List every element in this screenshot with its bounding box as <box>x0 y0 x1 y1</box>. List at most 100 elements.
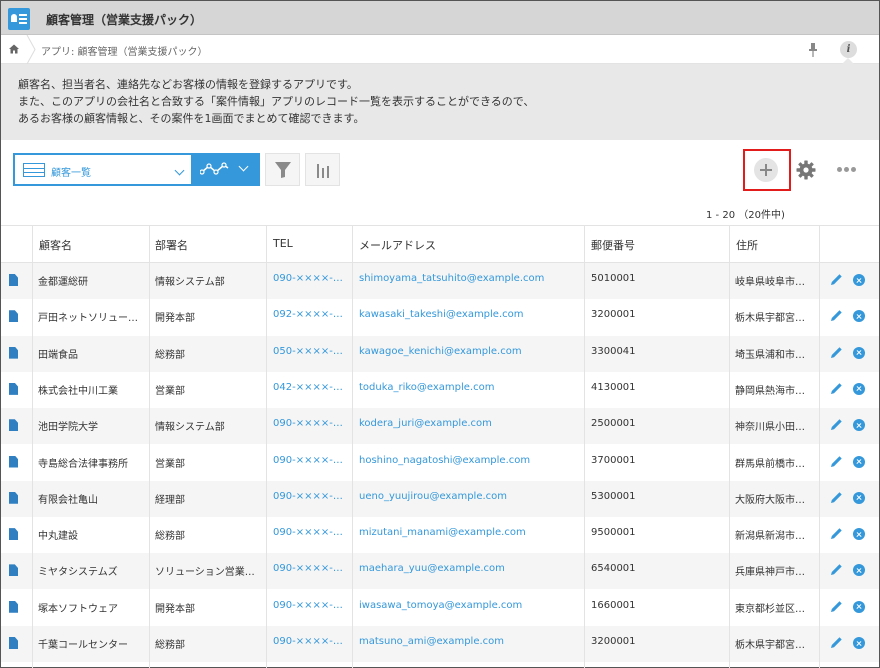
delete-icon[interactable] <box>853 600 865 613</box>
table-cell[interactable]: shimoyama_tatsuhito@example.com <box>359 273 544 284</box>
more-options-icon[interactable] <box>837 167 857 173</box>
table-cell: 5300001 <box>591 490 636 502</box>
record-detail-icon[interactable] <box>9 455 18 468</box>
table-cell: 岐阜県岐阜市… <box>735 277 805 288</box>
column-divider <box>584 225 585 668</box>
table-cell[interactable]: 042-××××-… <box>273 382 343 393</box>
delete-icon[interactable] <box>853 346 865 359</box>
delete-icon[interactable] <box>853 528 865 541</box>
graph-selector[interactable] <box>193 153 260 186</box>
delete-icon[interactable] <box>853 274 865 286</box>
record-detail-icon[interactable] <box>9 274 18 286</box>
list-view-icon <box>23 163 45 177</box>
table-cell[interactable]: kawasaki_takeshi@example.com <box>359 309 524 320</box>
record-detail-icon[interactable] <box>9 491 18 504</box>
column-divider <box>819 225 820 668</box>
table-row: 金都運総研 情報システム部 090-××××-… shimoyama_tatsuhit… <box>1 263 879 299</box>
table-cell[interactable]: 090-××××-… <box>273 273 343 284</box>
table-cell[interactable]: kawagoe_kenichi@example.com <box>359 346 522 357</box>
table-cell[interactable]: ueno_yuujirou@example.com <box>359 491 507 502</box>
edit-icon[interactable] <box>830 455 843 468</box>
chart-button[interactable] <box>305 153 340 186</box>
table-cell[interactable]: 090-××××-… <box>273 418 343 429</box>
filter-icon <box>275 162 291 178</box>
table-cell[interactable]: 090-××××-… <box>273 636 343 647</box>
add-record-button[interactable] <box>754 158 778 182</box>
edit-icon[interactable] <box>830 309 843 322</box>
table-cell[interactable]: 090-××××-… <box>273 600 343 611</box>
table-cell[interactable]: 050-××××-… <box>273 346 343 357</box>
table-cell: 池田学院大学 <box>38 422 98 434</box>
record-detail-icon[interactable] <box>9 310 18 323</box>
delete-icon[interactable] <box>853 455 865 468</box>
table-cell: 群馬県前橋市… <box>735 458 805 470</box>
table-cell: 栃木県宇都宮… <box>735 313 805 325</box>
breadcrumb-app-link[interactable]: アプリ: 顧客管理（営業支援パック） <box>41 43 208 58</box>
view-selector[interactable]: 顧客一覧 <box>13 153 193 186</box>
edit-icon[interactable] <box>830 563 843 576</box>
delete-icon[interactable] <box>853 564 865 577</box>
edit-icon[interactable] <box>830 527 843 540</box>
delete-icon[interactable] <box>853 310 865 323</box>
edit-icon[interactable] <box>830 382 843 395</box>
pin-icon[interactable] <box>807 43 819 57</box>
edit-icon[interactable] <box>830 418 843 431</box>
info-icon[interactable]: i <box>840 41 857 58</box>
table-cell: 栃木県宇都宮… <box>735 640 805 651</box>
record-detail-icon[interactable] <box>9 564 18 577</box>
table-cell: 金都運総研 <box>38 277 88 288</box>
line-graph-icon <box>200 162 229 175</box>
gear-icon[interactable] <box>796 160 816 180</box>
breadcrumb: アプリ: 顧客管理（営業支援パック） i <box>1 35 879 64</box>
table-cell: 新潟県新潟市… <box>735 531 805 543</box>
column-header[interactable]: メールアドレス <box>359 237 436 253</box>
table-cell: 1660001 <box>591 599 636 611</box>
filter-button[interactable] <box>265 153 300 186</box>
table-cell: 兵庫県神戸市… <box>735 567 805 579</box>
table-cell[interactable]: 092-××××-… <box>273 309 343 320</box>
app-description: 顧客名、担当者名、連絡先などお客様の情報を登録するアプリです。 また、このアプリ… <box>1 64 879 140</box>
table-row: 千葉コールセンター 総務部 090-××××-… matsuno_ami@exampl… <box>1 626 879 662</box>
table-cell[interactable]: 090-××××-… <box>273 527 343 538</box>
table-cell: 4130001 <box>591 381 636 393</box>
table-cell[interactable]: 090-××××-… <box>273 563 343 574</box>
table-cell[interactable]: toduka_riko@example.com <box>359 382 495 393</box>
edit-icon[interactable] <box>830 491 843 504</box>
table-cell[interactable]: hoshino_nagatoshi@example.com <box>359 455 530 466</box>
edit-icon[interactable] <box>830 636 843 649</box>
table-cell[interactable]: iwasawa_tomoya@example.com <box>359 600 522 611</box>
delete-icon[interactable] <box>853 491 865 504</box>
table-cell[interactable]: kodera_juri@example.com <box>359 418 492 429</box>
record-detail-icon[interactable] <box>9 637 18 649</box>
record-detail-icon[interactable] <box>9 528 18 541</box>
column-header[interactable]: 部署名 <box>155 237 188 253</box>
description-line: あるお客様の顧客情報と、その案件を1画面でまとめて確認できます。 <box>18 112 365 125</box>
delete-icon[interactable] <box>853 382 865 395</box>
table-cell[interactable]: mizutani_manami@example.com <box>359 527 526 538</box>
edit-icon[interactable] <box>830 346 843 359</box>
table-cell[interactable]: maehara_yuu@example.com <box>359 563 505 574</box>
edit-icon[interactable] <box>830 273 843 286</box>
record-detail-icon[interactable] <box>9 419 18 432</box>
table-cell[interactable]: matsuno_ami@example.com <box>359 636 504 647</box>
column-header[interactable]: 郵便番号 <box>591 237 635 253</box>
home-icon[interactable] <box>9 44 19 54</box>
column-header[interactable]: 顧客名 <box>39 237 72 253</box>
table-row: 寺島総合法律事務所 営業部 090-××××-… hoshino_nagatoshi@… <box>1 445 879 481</box>
column-header[interactable]: TEL <box>273 237 293 250</box>
table-cell: 開発本部 <box>155 603 195 615</box>
table-cell[interactable]: 090-××××-… <box>273 455 343 466</box>
table-cell: ソリューション営業… <box>155 567 255 579</box>
table-row: 田端食品 総務部 050-××××-… kawagoe_kenichi@example… <box>1 335 879 372</box>
edit-icon[interactable] <box>830 600 843 613</box>
record-detail-icon[interactable] <box>9 382 18 395</box>
delete-icon[interactable] <box>853 637 865 649</box>
app-header: 顧客管理（営業支援パック） <box>1 1 879 35</box>
delete-icon[interactable] <box>853 419 865 432</box>
record-detail-icon[interactable] <box>9 600 18 613</box>
record-detail-icon[interactable] <box>9 346 18 359</box>
column-header[interactable]: 住所 <box>736 237 758 253</box>
table-cell[interactable]: 090-××××-… <box>273 491 343 502</box>
view-selector-label: 顧客一覧 <box>51 168 91 179</box>
table-cell: ミヤタシステムズ <box>38 567 118 579</box>
